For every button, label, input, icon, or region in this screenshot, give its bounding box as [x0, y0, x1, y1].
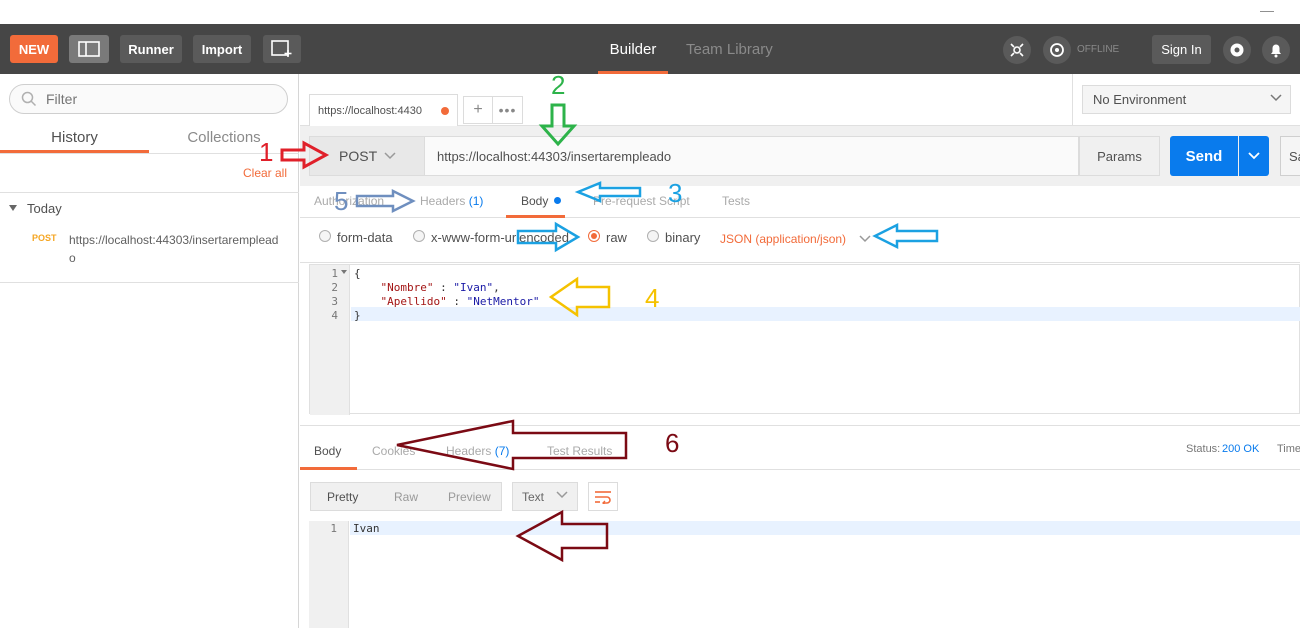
annotation-number-4: 4 [645, 283, 660, 313]
annotation-arrow-4 [548, 276, 611, 318]
annotation-overlay [280, 103, 939, 563]
annotation-number-3: 3 [668, 178, 683, 208]
annotation-number-5: 5 [334, 186, 349, 216]
annotation-arrow-1 [280, 140, 330, 170]
annotation-arrow-raw [516, 221, 581, 253]
annotation-arrow-6 [396, 419, 628, 471]
annotation-arrow-5 [355, 188, 416, 214]
annotation-arrow-3 [574, 181, 642, 203]
annotation-number-1: 1 [259, 137, 274, 167]
annotation-number-6: 6 [665, 428, 680, 458]
annotation-arrow-2 [538, 103, 578, 147]
annotation-arrow-response [515, 509, 609, 563]
annotation-number-2: 2 [551, 70, 566, 100]
annotation-arrow-content-type [872, 222, 939, 250]
